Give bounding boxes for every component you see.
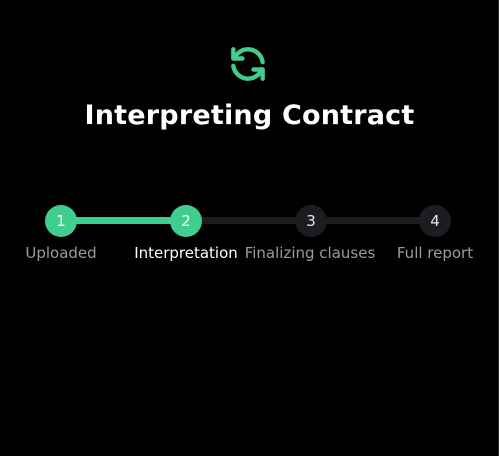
step-3-indicator: 3 [295, 205, 327, 237]
step-4-label: Full report [396, 244, 474, 262]
step-2-indicator: 2 [170, 205, 202, 237]
step-1-label: Uploaded [25, 244, 97, 262]
stepper-track-2-3 [186, 217, 311, 224]
progress-stepper: 1 2 3 4 Uploaded Interpretation Finalizi… [0, 0, 499, 300]
step-1-indicator: 1 [45, 205, 77, 237]
stepper-track-3-4 [311, 217, 435, 224]
step-4-indicator: 4 [419, 205, 451, 237]
step-3-label: Finalizing clauses [244, 244, 376, 262]
step-2-label: Interpretation [134, 244, 238, 262]
stepper-track-1-2 [62, 217, 186, 224]
